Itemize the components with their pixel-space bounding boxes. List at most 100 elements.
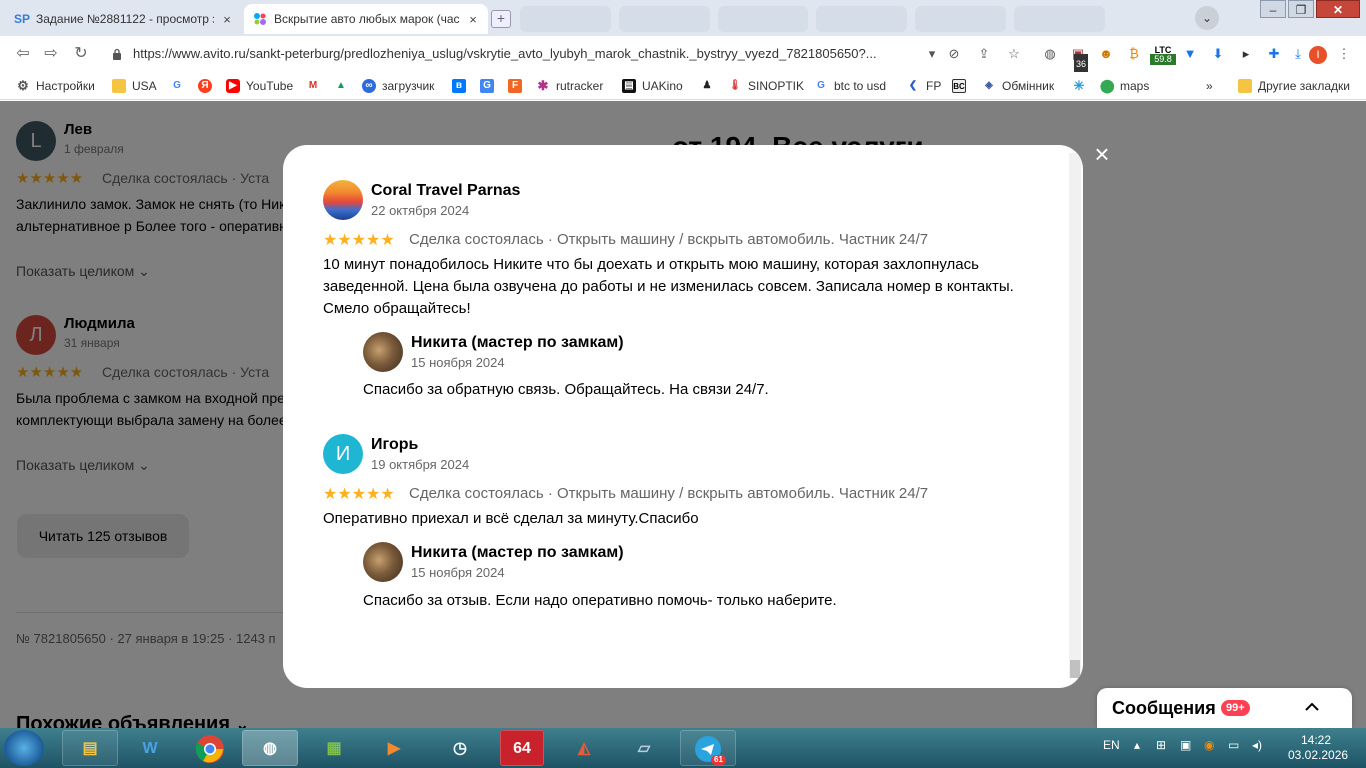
bookmark-bc[interactable]: BC: [952, 78, 972, 94]
bookmark-youtube[interactable]: ▶ YouTube: [226, 78, 293, 94]
tab-ghost[interactable]: [717, 6, 809, 32]
tab-ghost[interactable]: [618, 6, 710, 32]
start-button[interactable]: [4, 730, 44, 766]
window-close-button[interactable]: ✕: [1316, 0, 1360, 18]
bookmark-star[interactable]: ✳: [1072, 78, 1092, 94]
bookmark-exchanger[interactable]: ◈ Обмінник: [982, 78, 1054, 94]
avatar: [363, 542, 403, 582]
system-clock[interactable]: 14:22 03.02.2026: [1288, 733, 1348, 763]
bookmark-gmail[interactable]: M: [306, 78, 326, 94]
tab-avito[interactable]: Вскрытие авто любых марок (час ×: [244, 4, 488, 34]
tray-app-icon[interactable]: ▣: [1180, 738, 1191, 752]
url-dropdown-icon[interactable]: ▾: [922, 44, 942, 64]
tray-expand-icon[interactable]: ▴: [1134, 738, 1140, 752]
bookmark-person[interactable]: ♟: [700, 78, 720, 94]
globe-icon[interactable]: ◍: [1040, 44, 1060, 64]
back-arrow-icon[interactable]: ⇦: [12, 44, 34, 64]
browser-globe-icon[interactable]: ◍: [242, 730, 298, 766]
shield-icon[interactable]: W: [122, 730, 178, 766]
paint-icon[interactable]: ◭: [556, 730, 612, 766]
fp-icon: ❮: [906, 79, 920, 93]
tab-task[interactable]: SP Задание №2881122 - просмотр з ×: [6, 4, 242, 34]
media-player-icon[interactable]: ▶: [366, 730, 422, 766]
volume-icon[interactable]: ◂): [1252, 738, 1262, 752]
maximize-button[interactable]: ❐: [1288, 0, 1314, 18]
thermometer-icon: 🌡: [728, 79, 742, 93]
bookmark-drive[interactable]: ▲: [334, 78, 354, 94]
terminal-extension-icon[interactable]: ▸: [1236, 44, 1256, 64]
block-icon[interactable]: ⊘: [944, 44, 964, 64]
messages-label: Сообщения: [1112, 698, 1216, 718]
modal-scrollbar[interactable]: [1069, 153, 1081, 678]
language-indicator[interactable]: EN: [1103, 738, 1120, 752]
drive-icon: ▲: [334, 79, 348, 93]
bookmark-downloader[interactable]: ∞ загрузчик: [362, 78, 434, 94]
extension-badge-count: 36: [1074, 54, 1089, 74]
downloads-icon[interactable]: ⤓: [1288, 44, 1308, 64]
telegram-icon[interactable]: 61: [680, 730, 736, 766]
bookmark-sinoptik[interactable]: 🌡 SINOPTIK: [728, 78, 804, 94]
tab-ghost[interactable]: [520, 6, 611, 32]
bookmark-uakino[interactable]: ▤ UAKino: [622, 78, 683, 94]
chevron-up-icon[interactable]: [1301, 696, 1323, 718]
bookmark-rutracker[interactable]: ✱ rutracker: [536, 78, 603, 94]
review-deal: Сделка состоялась · Открыть машину / вск…: [409, 485, 929, 502]
infinity-icon: ∞: [362, 79, 376, 93]
address-bar[interactable]: https://www.avito.ru/sankt-peterburg/pre…: [133, 42, 923, 66]
reviews-modal: Coral Travel Parnas 22 октября 2024 ★★★★…: [283, 145, 1083, 688]
clock-app-icon[interactable]: ◷: [432, 730, 488, 766]
chrome-icon[interactable]: [182, 730, 238, 766]
bookmark-f[interactable]: F: [508, 78, 528, 94]
reply-author: Никита (мастер по замкам): [411, 544, 624, 561]
forward-arrow-icon[interactable]: ⇨: [40, 44, 62, 64]
menu-icon[interactable]: ⋮: [1334, 44, 1354, 64]
new-tab-button[interactable]: +: [491, 10, 511, 28]
bitcoin-extension-icon[interactable]: ₿: [1124, 44, 1144, 64]
tray-rss-icon[interactable]: ◉: [1204, 738, 1214, 752]
bookmark-translate[interactable]: G: [480, 78, 500, 94]
minimize-button[interactable]: –: [1260, 0, 1286, 18]
share-icon[interactable]: ⇪: [974, 44, 994, 64]
bookmark-maps[interactable]: ⬤ maps: [1100, 78, 1149, 94]
gpu-icon[interactable]: ▦: [306, 730, 362, 766]
tab-ghost[interactable]: [816, 6, 908, 32]
bookmark-usa[interactable]: USA: [112, 78, 157, 94]
bookmark-star-icon[interactable]: ☆: [1004, 44, 1024, 64]
bookmark-vk[interactable]: в: [452, 78, 472, 94]
download-extension-icon[interactable]: ⬇: [1208, 44, 1228, 64]
tab-ghost[interactable]: [1014, 6, 1105, 32]
profile-avatar[interactable]: I: [1308, 44, 1328, 64]
puzzle-icon[interactable]: ✚: [1264, 44, 1284, 64]
review-text: 10 минут понадобилось Никите что бы доех…: [323, 256, 1014, 317]
aida64-icon[interactable]: 64: [500, 730, 544, 766]
tray-display-icon[interactable]: ▭: [1228, 738, 1239, 752]
folder-icon: [1238, 79, 1252, 93]
bookmarks-more-button[interactable]: »: [1206, 78, 1213, 94]
bookmark-label: YouTube: [246, 79, 294, 93]
scrollbar-thumb[interactable]: [1070, 660, 1080, 678]
cat-extension-icon[interactable]: ☻: [1096, 44, 1116, 64]
tab-ghost[interactable]: [915, 6, 1007, 32]
extension-badge-icon[interactable]: ▣36: [1068, 44, 1089, 74]
reload-icon[interactable]: ↻: [70, 44, 92, 64]
tab-close-icon[interactable]: ×: [466, 12, 480, 27]
bookmark-yandex[interactable]: Я: [198, 78, 218, 94]
bookmark-label: btc to usd: [834, 79, 887, 93]
bookmark-google[interactable]: G: [170, 78, 190, 94]
person-icon: ♟: [700, 79, 714, 93]
bookmark-btc[interactable]: Gbtc to usd: [814, 78, 886, 94]
other-bookmarks[interactable]: Другие закладки: [1238, 78, 1350, 94]
ltc-extension-icon[interactable]: LTC 59.8: [1150, 44, 1176, 65]
vpn-extension-icon[interactable]: ▼: [1180, 44, 1200, 64]
lock-icon[interactable]: [112, 48, 122, 60]
notes-icon[interactable]: ▱: [616, 730, 672, 766]
tab-close-icon[interactable]: ×: [220, 12, 234, 27]
messages-widget[interactable]: Сообщения 99+: [1097, 688, 1352, 728]
tab-title: Вскрытие авто любых марок (час: [274, 12, 460, 26]
bookmark-fp[interactable]: ❮ FP: [906, 78, 941, 94]
bookmark-settings[interactable]: ⚙ Настройки: [16, 78, 95, 94]
tab-search-button[interactable]: ⌄: [1195, 6, 1219, 30]
tray-network-icon[interactable]: ⊞: [1156, 738, 1166, 752]
modal-close-button[interactable]: ×: [1090, 141, 1114, 167]
explorer-icon[interactable]: ▤: [62, 730, 118, 766]
